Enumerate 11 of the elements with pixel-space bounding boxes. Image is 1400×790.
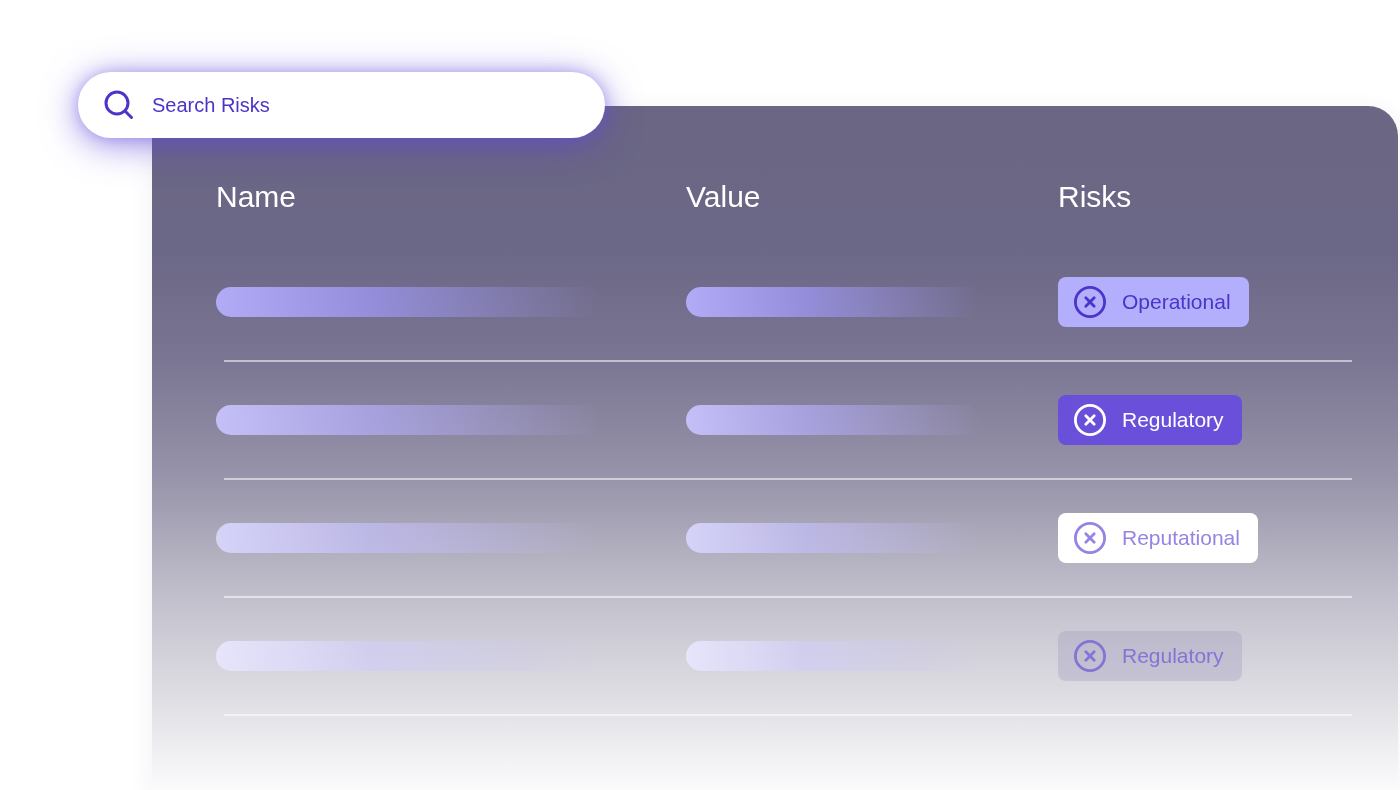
risk-tag[interactable]: Reputational [1058,513,1258,563]
column-header: Value [686,180,761,213]
close-icon[interactable] [1074,286,1106,318]
column-header: Risks [1058,180,1132,213]
search-icon [104,90,134,120]
close-icon[interactable] [1074,522,1106,554]
risk-tag[interactable]: Regulatory [1058,631,1242,681]
column-header: Name [216,180,297,213]
search-field[interactable]: Search Risks [78,72,605,138]
risk-tag[interactable]: Operational [1058,277,1249,327]
risk-tag[interactable]: Regulatory [1058,395,1242,445]
